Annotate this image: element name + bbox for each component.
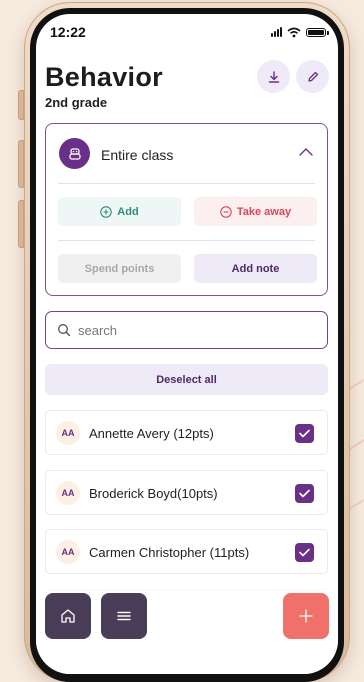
entire-class-card: Entire class Add Take away Spend points … bbox=[45, 123, 328, 296]
search-placeholder: search bbox=[78, 322, 118, 338]
student-checkbox[interactable] bbox=[295, 484, 314, 503]
search-input[interactable]: search bbox=[45, 311, 328, 349]
student-checkbox[interactable] bbox=[295, 424, 314, 443]
battery-icon bbox=[306, 27, 329, 37]
student-checkbox[interactable] bbox=[295, 543, 314, 562]
student-row[interactable]: AA Carmen Christopher (11pts) bbox=[45, 529, 328, 574]
download-icon bbox=[268, 70, 279, 83]
minus-circle-icon bbox=[220, 205, 232, 218]
home-button[interactable] bbox=[45, 593, 91, 639]
status-icons bbox=[271, 27, 329, 38]
deselect-all-button[interactable]: Deselect all bbox=[45, 364, 328, 395]
plus-icon bbox=[299, 609, 313, 623]
student-avatar: AA bbox=[56, 540, 80, 564]
entire-class-label: Entire class bbox=[101, 147, 174, 163]
edit-button[interactable] bbox=[296, 60, 329, 93]
plus-circle-icon bbox=[100, 205, 113, 218]
add-fab-button[interactable] bbox=[283, 593, 329, 639]
student-row[interactable]: AA Annette Avery (12pts) bbox=[45, 410, 328, 455]
spend-points-button[interactable]: Spend points bbox=[58, 254, 181, 283]
status-time: 12:22 bbox=[50, 24, 86, 40]
take-away-button[interactable]: Take away bbox=[194, 197, 317, 226]
menu-button[interactable] bbox=[101, 593, 147, 639]
student-row[interactable]: AA Broderick Boyd(10pts) bbox=[45, 470, 328, 515]
group-icon bbox=[59, 138, 90, 169]
home-icon bbox=[61, 609, 75, 623]
add-note-button[interactable]: Add note bbox=[194, 254, 317, 283]
wifi-icon bbox=[287, 27, 301, 37]
student-name: Annette Avery (12pts) bbox=[89, 426, 214, 441]
student-avatar: AA bbox=[56, 421, 80, 445]
download-button[interactable] bbox=[257, 60, 290, 93]
page-subtitle: 2nd grade bbox=[45, 95, 108, 110]
student-name: Carmen Christopher (11pts) bbox=[89, 545, 250, 560]
student-name: Broderick Boyd(10pts) bbox=[89, 486, 218, 501]
phone-mute-switch bbox=[18, 90, 24, 120]
add-points-button[interactable]: Add bbox=[58, 197, 181, 226]
checkmark-icon bbox=[299, 548, 310, 557]
page-title: Behavior bbox=[45, 62, 163, 92]
chevron-up-icon[interactable] bbox=[299, 147, 313, 156]
phone-volume-up bbox=[18, 140, 24, 188]
take-away-label: Take away bbox=[236, 205, 292, 218]
search-icon bbox=[58, 324, 71, 337]
status-bar: 12:22 bbox=[50, 22, 329, 42]
signal-icon bbox=[271, 27, 282, 37]
checkmark-icon bbox=[299, 429, 310, 438]
card-divider bbox=[58, 240, 315, 241]
menu-icon bbox=[117, 611, 131, 621]
checkmark-icon bbox=[299, 489, 310, 498]
add-points-label: Add bbox=[117, 205, 139, 218]
pencil-icon bbox=[307, 71, 318, 82]
app-screen: 12:22 Behavior 2nd grade Entire class Ad… bbox=[36, 14, 338, 674]
phone-volume-down bbox=[18, 200, 24, 248]
card-divider bbox=[58, 183, 315, 184]
student-avatar: AA bbox=[56, 481, 80, 505]
